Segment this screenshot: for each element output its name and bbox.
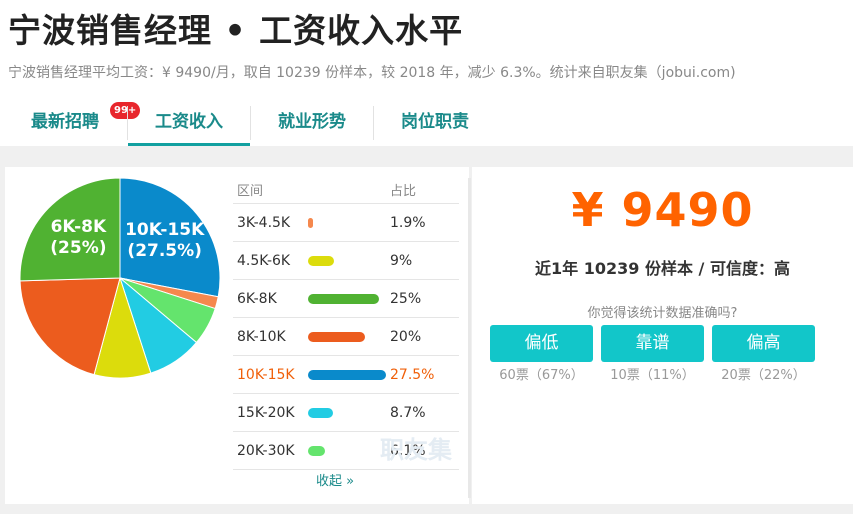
col-ratio-header: 占比 bbox=[390, 184, 417, 199]
pie-slice-label-range: 6K-8K bbox=[50, 216, 107, 237]
tab-latest-jobs-label: 最新招聘 bbox=[31, 112, 99, 132]
ratio-value: 20% bbox=[390, 329, 422, 345]
table-row: 3K-4.5K 1.9% bbox=[233, 203, 459, 242]
tab-bar: 最新招聘 99+ 工资收入 就业形势 岗位职责 bbox=[0, 100, 853, 146]
collapse-link[interactable]: 收起 » bbox=[233, 470, 437, 489]
table-row: 8K-10K 20% bbox=[233, 317, 459, 356]
ratio-bar bbox=[308, 218, 314, 228]
col-range-header: 区间 bbox=[237, 184, 264, 199]
table-row: 10K-15K 27.5% bbox=[233, 355, 459, 394]
range-label: 15K-20K bbox=[237, 405, 295, 421]
vote-accurate-count: 10票（11%） bbox=[610, 368, 695, 383]
table-row: 6K-8K 25% bbox=[233, 279, 459, 318]
range-label: 6K-8K bbox=[237, 291, 277, 307]
tab-employment-label: 就业形势 bbox=[278, 112, 346, 132]
panel-divider bbox=[468, 178, 471, 498]
pie-slice-label: 10K-15K (27.5%) bbox=[120, 220, 210, 262]
pie-slice-label: 6K-8K (25%) bbox=[33, 217, 123, 259]
range-label: 8K-10K bbox=[237, 329, 286, 345]
vote-accurate-button[interactable]: 靠谱 bbox=[601, 325, 704, 362]
page-title: 宁波销售经理 • 工资收入水平 bbox=[8, 11, 464, 50]
range-label: 10K-15K bbox=[237, 367, 295, 383]
vote-high-button[interactable]: 偏高 bbox=[712, 325, 815, 362]
ratio-value: 27.5% bbox=[390, 367, 435, 383]
average-salary: ¥ 9490 bbox=[571, 183, 754, 237]
ratio-bar bbox=[308, 332, 365, 342]
ratio-bar bbox=[308, 294, 379, 304]
range-label: 4.5K-6K bbox=[237, 253, 291, 269]
ratio-value: 1.9% bbox=[390, 215, 426, 231]
sample-info: 近1年 10239 份样本 / 可信度：高 bbox=[535, 259, 790, 278]
vote-low-button[interactable]: 偏低 bbox=[490, 325, 593, 362]
tab-employment[interactable]: 就业形势 bbox=[251, 100, 373, 144]
tab-salary[interactable]: 工资收入 bbox=[128, 100, 250, 146]
ratio-bar bbox=[308, 446, 326, 456]
page-subtitle: 宁波销售经理平均工资：¥ 9490/月，取自 10239 份样本，较 2018 … bbox=[8, 65, 736, 81]
tab-responsibilities[interactable]: 岗位职责 bbox=[374, 100, 496, 144]
tab-responsibilities-label: 岗位职责 bbox=[401, 112, 469, 132]
salary-pie-chart: 10K-15K (27.5%) 6K-8K (25%) bbox=[19, 177, 221, 379]
tab-latest-jobs[interactable]: 最新招聘 99+ bbox=[15, 100, 141, 144]
table-row: 4.5K-6K 9% bbox=[233, 241, 459, 280]
ratio-value: 9% bbox=[390, 253, 413, 269]
ratio-bar bbox=[308, 256, 334, 266]
ratio-value: 8.7% bbox=[390, 405, 426, 421]
range-label: 3K-4.5K bbox=[237, 215, 291, 231]
range-label: 20K-30K bbox=[237, 443, 295, 459]
pie-slice-label-percent: (25%) bbox=[50, 237, 107, 258]
ratio-value: 25% bbox=[390, 291, 422, 307]
table-row: 15K-20K 8.7% bbox=[233, 393, 459, 432]
pie-svg bbox=[19, 177, 221, 379]
ratio-bar bbox=[308, 408, 333, 418]
accuracy-question: 你觉得该统计数据准确吗? bbox=[587, 306, 738, 321]
pie-slice-label-range: 10K-15K bbox=[125, 220, 205, 241]
vote-low-count: 60票（67%） bbox=[499, 368, 584, 383]
ratio-bar bbox=[308, 370, 386, 380]
pie-slice-label-percent: (27.5%) bbox=[127, 241, 202, 262]
watermark-logo: 职友集 bbox=[380, 436, 452, 464]
vote-high-count: 20票（22%） bbox=[721, 368, 806, 383]
tab-salary-label: 工资收入 bbox=[155, 112, 223, 132]
